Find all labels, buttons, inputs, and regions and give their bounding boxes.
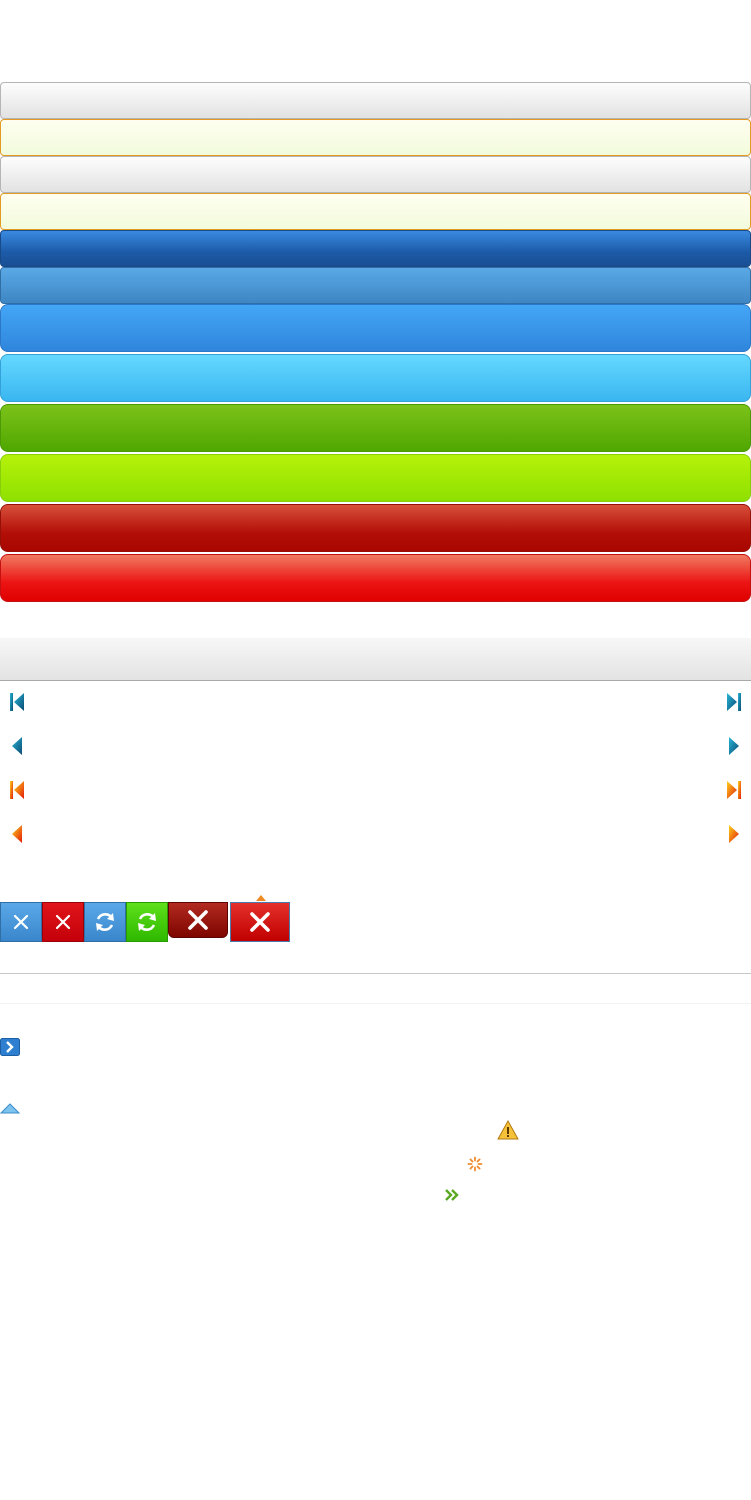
header-strip (0, 638, 751, 681)
first-page-icon[interactable] (9, 780, 27, 800)
prev-page-icon[interactable] (9, 824, 27, 844)
warning-icon (497, 1120, 519, 1140)
divider (0, 973, 751, 974)
prev-page-icon[interactable] (9, 736, 27, 756)
close-icon (55, 914, 71, 930)
refresh-icon (96, 913, 114, 931)
next-page-icon[interactable] (724, 824, 742, 844)
last-page-icon[interactable] (724, 692, 742, 712)
sky-blue-bar (0, 354, 751, 402)
gray-bar (0, 82, 751, 119)
collapse-caret-icon[interactable] (0, 1103, 20, 1115)
double-chevron-icon[interactable] (444, 1188, 460, 1202)
close-icon (13, 914, 29, 930)
refresh-button[interactable] (126, 902, 168, 942)
refresh-button[interactable] (84, 902, 126, 942)
green-bar (0, 404, 751, 452)
close-button[interactable] (0, 902, 42, 942)
next-page-icon[interactable] (724, 736, 742, 756)
lime-bar (0, 454, 751, 502)
navy-bar (0, 230, 751, 267)
close-button[interactable] (42, 902, 84, 942)
expand-arrow-icon[interactable] (0, 1038, 20, 1056)
close-icon (188, 910, 208, 930)
close-icon (250, 912, 270, 932)
last-page-icon[interactable] (724, 780, 742, 800)
refresh-icon (138, 913, 156, 931)
gray-bar (0, 156, 751, 193)
red-bar (0, 554, 751, 602)
yellow-bar (0, 119, 751, 156)
yellow-bar (0, 193, 751, 230)
dark-red-bar (0, 504, 751, 552)
close-button[interactable] (168, 902, 228, 938)
divider (0, 1003, 751, 1004)
steel-blue-bar (0, 267, 751, 304)
loading-spinner-icon (467, 1156, 483, 1172)
close-button[interactable] (230, 902, 290, 942)
caret-up-icon (256, 895, 266, 901)
blue-bar (0, 304, 751, 352)
first-page-icon[interactable] (9, 692, 27, 712)
